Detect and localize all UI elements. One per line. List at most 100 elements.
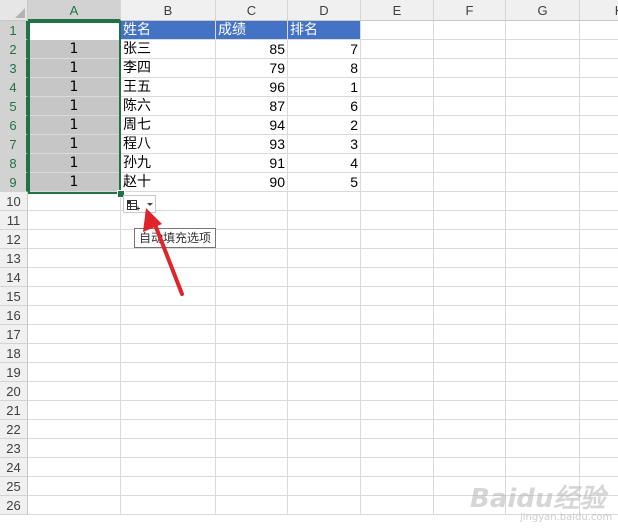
row-header-1[interactable]: 1 [0, 21, 28, 40]
cell-c18[interactable] [216, 344, 288, 363]
cell-f19[interactable] [434, 363, 506, 382]
cell-c17[interactable] [216, 325, 288, 344]
cell-a2[interactable]: 1 [28, 40, 121, 59]
cell-d4[interactable]: 1 [288, 78, 361, 97]
cell-f21[interactable] [434, 401, 506, 420]
cell-g10[interactable] [506, 192, 580, 211]
row-header-17[interactable]: 17 [0, 325, 28, 344]
autofill-options-button[interactable] [123, 195, 156, 213]
cell-h8[interactable] [580, 154, 618, 173]
cell-a7[interactable]: 1 [28, 135, 121, 154]
cell-g5[interactable] [506, 97, 580, 116]
cell-e1[interactable] [361, 21, 434, 40]
cell-h20[interactable] [580, 382, 618, 401]
cell-f24[interactable] [434, 458, 506, 477]
column-header-f[interactable]: F [434, 0, 506, 21]
cell-d19[interactable] [288, 363, 361, 382]
cell-b19[interactable] [121, 363, 216, 382]
cell-d11[interactable] [288, 211, 361, 230]
row-header-26[interactable]: 26 [0, 496, 28, 515]
cell-d16[interactable] [288, 306, 361, 325]
cell-h2[interactable] [580, 40, 618, 59]
cell-h19[interactable] [580, 363, 618, 382]
cell-e18[interactable] [361, 344, 434, 363]
cell-c6[interactable]: 94 [216, 116, 288, 135]
cell-e20[interactable] [361, 382, 434, 401]
cell-c7[interactable]: 93 [216, 135, 288, 154]
cell-a16[interactable] [28, 306, 121, 325]
cell-g6[interactable] [506, 116, 580, 135]
cell-f23[interactable] [434, 439, 506, 458]
cell-f6[interactable] [434, 116, 506, 135]
cell-g16[interactable] [506, 306, 580, 325]
row-header-4[interactable]: 4 [0, 78, 28, 97]
cell-e5[interactable] [361, 97, 434, 116]
cell-c10[interactable] [216, 192, 288, 211]
cell-h12[interactable] [580, 230, 618, 249]
cell-f10[interactable] [434, 192, 506, 211]
cell-f25[interactable] [434, 477, 506, 496]
cell-e7[interactable] [361, 135, 434, 154]
cell-g9[interactable] [506, 173, 580, 192]
cell-g3[interactable] [506, 59, 580, 78]
cell-a4[interactable]: 1 [28, 78, 121, 97]
column-header-d[interactable]: D [288, 0, 361, 21]
cell-g26[interactable] [506, 496, 580, 515]
cell-f3[interactable] [434, 59, 506, 78]
cell-d26[interactable] [288, 496, 361, 515]
cell-f16[interactable] [434, 306, 506, 325]
row-header-3[interactable]: 3 [0, 59, 28, 78]
cell-c12[interactable] [216, 230, 288, 249]
cell-g11[interactable] [506, 211, 580, 230]
cell-e2[interactable] [361, 40, 434, 59]
cell-d17[interactable] [288, 325, 361, 344]
cell-e3[interactable] [361, 59, 434, 78]
cell-c1[interactable]: 成绩 [216, 21, 288, 40]
cell-h26[interactable] [580, 496, 618, 515]
cell-h6[interactable] [580, 116, 618, 135]
cell-d1[interactable]: 排名 [288, 21, 361, 40]
cell-c25[interactable] [216, 477, 288, 496]
cell-a25[interactable] [28, 477, 121, 496]
cell-f5[interactable] [434, 97, 506, 116]
column-header-g[interactable]: G [506, 0, 580, 21]
cell-a5[interactable]: 1 [28, 97, 121, 116]
cell-a23[interactable] [28, 439, 121, 458]
cell-c23[interactable] [216, 439, 288, 458]
cell-b17[interactable] [121, 325, 216, 344]
cell-a6[interactable]: 1 [28, 116, 121, 135]
cell-f22[interactable] [434, 420, 506, 439]
cell-e11[interactable] [361, 211, 434, 230]
cell-c24[interactable] [216, 458, 288, 477]
cell-e8[interactable] [361, 154, 434, 173]
cell-a21[interactable] [28, 401, 121, 420]
cell-e26[interactable] [361, 496, 434, 515]
cell-h7[interactable] [580, 135, 618, 154]
cell-g8[interactable] [506, 154, 580, 173]
row-header-13[interactable]: 13 [0, 249, 28, 268]
cell-e19[interactable] [361, 363, 434, 382]
cell-b23[interactable] [121, 439, 216, 458]
cell-f11[interactable] [434, 211, 506, 230]
row-header-22[interactable]: 22 [0, 420, 28, 439]
row-header-19[interactable]: 19 [0, 363, 28, 382]
cell-h18[interactable] [580, 344, 618, 363]
cell-g19[interactable] [506, 363, 580, 382]
cell-g14[interactable] [506, 268, 580, 287]
cell-e23[interactable] [361, 439, 434, 458]
cell-a3[interactable]: 1 [28, 59, 121, 78]
cell-b16[interactable] [121, 306, 216, 325]
cell-e6[interactable] [361, 116, 434, 135]
row-header-23[interactable]: 23 [0, 439, 28, 458]
cell-g20[interactable] [506, 382, 580, 401]
cell-a12[interactable] [28, 230, 121, 249]
cell-c9[interactable]: 90 [216, 173, 288, 192]
cell-b13[interactable] [121, 249, 216, 268]
cell-d24[interactable] [288, 458, 361, 477]
cell-e25[interactable] [361, 477, 434, 496]
cell-a8[interactable]: 1 [28, 154, 121, 173]
row-header-7[interactable]: 7 [0, 135, 28, 154]
cell-a17[interactable] [28, 325, 121, 344]
cell-a24[interactable] [28, 458, 121, 477]
cell-f14[interactable] [434, 268, 506, 287]
